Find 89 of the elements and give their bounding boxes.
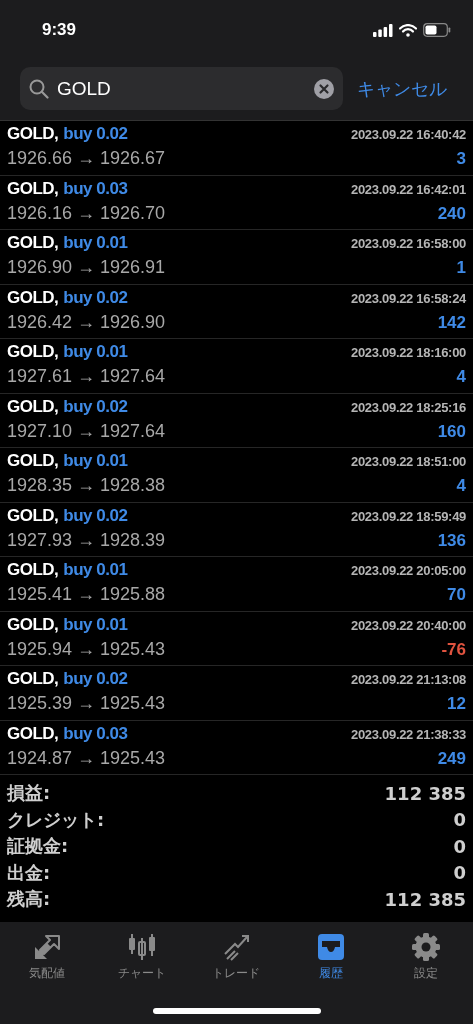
- tab[interactable]: 気配値: [0, 922, 95, 992]
- tab[interactable]: チャート: [94, 922, 190, 992]
- deal-symbol: GOLD,: [7, 233, 59, 253]
- deal-symbol: GOLD,: [7, 178, 59, 199]
- deal-time: 2023.09.22 16:58:24: [351, 290, 466, 306]
- deal-profit: 142: [437, 312, 466, 333]
- summary-value: 0: [453, 862, 466, 884]
- deal-symbol: GOLD,: [7, 560, 59, 580]
- deal-profit: 160: [437, 421, 466, 442]
- summary-value: 112 385: [384, 888, 466, 910]
- summary-label: 出金:: [7, 860, 51, 885]
- deal-side: buy 0.01: [63, 342, 128, 362]
- deal-profit: 136: [437, 530, 466, 551]
- deal-symbol: GOLD,: [7, 451, 59, 471]
- deal-side: buy 0.02: [63, 505, 128, 526]
- deal-prices: 1926.42 → 1926.90: [7, 311, 166, 333]
- deal-time: 2023.09.22 16:58:00: [351, 236, 466, 251]
- deal-symbol: GOLD,: [7, 669, 59, 689]
- deal-time: 2023.09.22 20:40:00: [351, 617, 466, 633]
- deal-profit: 70: [447, 585, 466, 605]
- deal-time: 2023.09.22 16:40:42: [351, 127, 466, 142]
- deal-side: buy 0.01: [63, 614, 128, 635]
- deal-profit: 12: [447, 694, 466, 714]
- deal-time: 2023.09.22 18:25:16: [351, 399, 466, 415]
- candlestick-icon: [126, 932, 157, 962]
- tab[interactable]: 設定: [378, 922, 473, 992]
- tab[interactable]: 履歴: [283, 922, 379, 992]
- deal-prices: 1927.93 → 1928.39: [7, 529, 166, 551]
- deal-symbol: GOLD,: [7, 396, 59, 417]
- deal-side: buy 0.03: [63, 723, 128, 744]
- summary-label: 残高:: [7, 887, 51, 912]
- deal-side: buy 0.02: [63, 287, 128, 308]
- deal-profit: 240: [437, 203, 466, 224]
- deal-time: 2023.09.22 21:13:08: [351, 672, 466, 687]
- deal-prices: 1925.39 → 1925.43: [7, 693, 166, 714]
- summary-label: 証拠金:: [7, 834, 69, 859]
- deal-prices: 1926.66 → 1926.67: [7, 148, 166, 169]
- summary-label: クレジット:: [7, 807, 105, 832]
- deal-prices: 1926.90 → 1926.91: [7, 257, 166, 278]
- deal-profit: 4: [456, 367, 466, 387]
- deal-prices: 1927.61 → 1927.64: [7, 366, 166, 387]
- summary-value: 0: [453, 835, 466, 857]
- deal-symbol: GOLD,: [7, 287, 59, 308]
- status-time: 9:39: [42, 20, 77, 40]
- deal-side: buy 0.02: [63, 124, 128, 144]
- deal-prices: 1925.94 → 1925.43: [7, 638, 166, 660]
- deal-profit: 249: [437, 748, 466, 769]
- deal-symbol: GOLD,: [7, 342, 59, 362]
- search-field[interactable]: GOLD: [20, 67, 343, 110]
- deal-prices: 1928.35 → 1928.38: [7, 475, 166, 496]
- summary-label: 損益:: [7, 781, 51, 806]
- deal-profit: 3: [456, 149, 466, 169]
- tab[interactable]: トレード: [189, 922, 284, 992]
- deal-side: buy 0.02: [63, 396, 128, 417]
- deal-side: buy 0.01: [63, 233, 128, 253]
- deal-time: 2023.09.22 16:42:01: [351, 181, 466, 197]
- deal-time: 2023.09.22 20:05:00: [351, 563, 466, 578]
- deal-time: 2023.09.22 18:16:00: [351, 345, 466, 360]
- deal-time: 2023.09.22 18:59:49: [351, 508, 466, 524]
- deal-symbol: GOLD,: [7, 723, 59, 744]
- deal-profit: 1: [456, 258, 466, 278]
- deal-side: buy 0.01: [63, 560, 128, 580]
- search-icon: [29, 78, 49, 99]
- deal-symbol: GOLD,: [7, 124, 59, 144]
- deal-side: buy 0.01: [63, 451, 128, 471]
- deal-prices: 1925.41 → 1925.88: [7, 584, 166, 605]
- deal-prices: 1927.10 → 1927.64: [7, 420, 166, 442]
- deal-profit: 4: [456, 476, 466, 496]
- settings-icon: [410, 932, 441, 962]
- deal-time: 2023.09.22 21:38:33: [351, 726, 466, 742]
- arrows-icon: [32, 932, 63, 962]
- inbox-icon: [316, 932, 347, 962]
- deal-side: buy 0.02: [63, 669, 128, 689]
- wifi-icon: [399, 23, 417, 37]
- deal-symbol: GOLD,: [7, 614, 59, 635]
- cancel-button[interactable]: キャンセル: [357, 67, 447, 110]
- summary-value: 0: [453, 809, 466, 831]
- deal-side: buy 0.03: [63, 178, 128, 199]
- deal-profit: -76: [441, 639, 466, 660]
- clear-icon[interactable]: [314, 78, 334, 99]
- search-query: GOLD: [57, 77, 111, 100]
- deal-prices: 1924.87 → 1925.43: [7, 747, 166, 769]
- battery-icon: [423, 23, 451, 37]
- summary-value: 112 385: [384, 782, 466, 804]
- deal-prices: 1926.16 → 1926.70: [7, 202, 166, 224]
- deal-row[interactable]: GOLD, buy 0.01 2023.09.22 20:40:00 1925.94 → 1925.43 -76: [0, 611, 473, 666]
- deal-symbol: GOLD,: [7, 505, 59, 526]
- deal-time: 2023.09.22 18:51:00: [351, 454, 466, 469]
- signal-icon: [373, 23, 393, 37]
